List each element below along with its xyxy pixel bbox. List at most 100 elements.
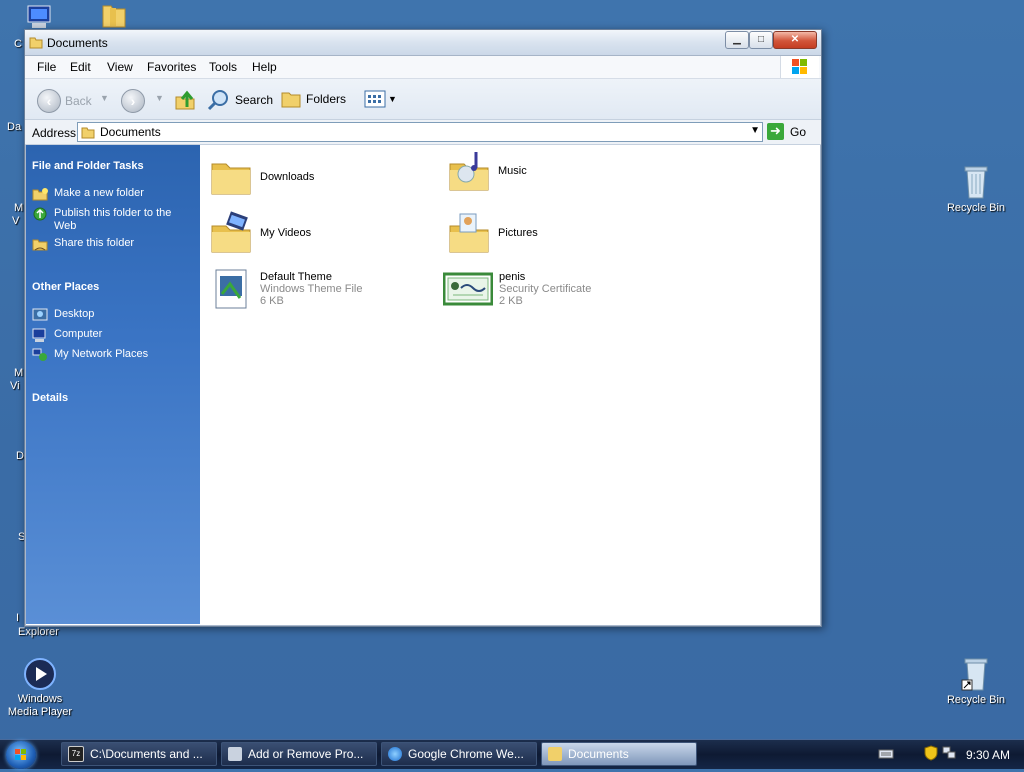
- clipped-icon-label: D: [16, 450, 24, 462]
- menu-bar: File Edit View Favorites Tools Help: [25, 56, 821, 79]
- windows-media-player-icon: [24, 658, 56, 690]
- close-icon: ✕: [790, 34, 800, 45]
- certificate-icon: [443, 272, 493, 306]
- folders-icon: [281, 92, 301, 108]
- go-arrow-icon: ➜: [767, 123, 784, 140]
- desktop-icon-computer[interactable]: [26, 4, 54, 30]
- task-make-new-folder[interactable]: Make a new folder: [32, 187, 196, 201]
- address-label: Address: [32, 126, 77, 140]
- address-input[interactable]: Documents ▼: [77, 122, 763, 142]
- minimize-button[interactable]: ▁: [725, 31, 749, 49]
- up-folder-icon: [175, 90, 195, 110]
- 7zip-icon: 7z: [68, 746, 84, 762]
- taskbar-clock[interactable]: 9:30 AM: [966, 748, 1010, 762]
- publish-web-icon: [33, 207, 47, 221]
- recycle-bin-icon: [964, 166, 988, 199]
- start-button[interactable]: [6, 741, 36, 769]
- desktop-icon-recycle-bin[interactable]: Recycle Bin: [936, 164, 1016, 215]
- desktop-icon-windows-media-player[interactable]: Windows Media Player: [0, 657, 80, 719]
- folder-icon: [81, 127, 95, 139]
- taskbar-item-documents[interactable]: Documents: [541, 742, 697, 766]
- file-item-security-certificate[interactable]: penis Security Certificate 2 KB: [443, 266, 591, 312]
- up-folder-button[interactable]: [174, 89, 196, 111]
- back-arrow-icon: ‹: [37, 89, 61, 113]
- windows-orb-icon: [15, 749, 26, 760]
- file-item-my-videos[interactable]: My Videos: [208, 210, 311, 256]
- security-shield-icon[interactable]: [924, 745, 938, 761]
- add-remove-programs-icon: [228, 747, 242, 761]
- menu-edit[interactable]: Edit: [70, 60, 91, 74]
- title-bar[interactable]: Documents ▁ □ ✕: [25, 30, 821, 56]
- search-label: Search: [235, 93, 274, 107]
- new-folder-icon: [32, 188, 48, 201]
- standard-toolbar: ‹ Back ▼ › ▼ Search Folders ▼: [25, 79, 821, 120]
- taskbar-item-7zip[interactable]: 7z C:\Documents and ...: [61, 742, 217, 766]
- menu-tools[interactable]: Tools: [209, 60, 237, 74]
- desktop-icon-label: Recycle Bin: [946, 694, 1006, 706]
- place-computer[interactable]: Computer: [32, 328, 196, 342]
- menu-view[interactable]: View: [107, 60, 133, 74]
- folders-label: Folders: [306, 92, 347, 106]
- clipped-icon-label: Da: [7, 121, 22, 133]
- clipped-icon-label: I: [16, 612, 20, 624]
- menu-help[interactable]: Help: [252, 60, 277, 74]
- back-label: Back: [65, 94, 92, 108]
- back-dropdown-icon[interactable]: ▼: [100, 93, 109, 103]
- network-places-icon: [32, 348, 47, 361]
- file-item-downloads[interactable]: Downloads: [208, 154, 314, 200]
- go-button[interactable]: ➜ Go: [767, 123, 806, 140]
- windows-flag-icon: [792, 59, 807, 74]
- videos-folder-icon: [211, 211, 251, 253]
- clipped-icon-label: M: [14, 202, 24, 214]
- search-icon: [207, 90, 228, 111]
- folder-icon: [29, 37, 43, 49]
- go-label: Go: [790, 124, 807, 139]
- file-item-default-theme[interactable]: Default Theme Windows Theme File 6 KB: [208, 266, 363, 312]
- minimize-icon: ▁: [733, 34, 741, 45]
- menu-file[interactable]: File: [37, 60, 56, 74]
- music-folder-icon: [449, 152, 489, 191]
- folder-shortcut-icon: [102, 5, 126, 28]
- maximize-icon: □: [757, 34, 765, 45]
- theme-file-icon: [215, 269, 247, 309]
- taskbar-item-chrome-web[interactable]: Google Chrome We...: [381, 742, 537, 766]
- folders-button[interactable]: Folders: [280, 89, 346, 109]
- desktop-icon-label: Windows: [17, 693, 63, 705]
- close-button[interactable]: ✕: [773, 31, 817, 49]
- file-item-music[interactable]: Music: [446, 148, 527, 194]
- back-button[interactable]: ‹ Back: [37, 89, 92, 113]
- pictures-folder-icon: [449, 213, 489, 253]
- task-share-folder[interactable]: Share this folder: [32, 237, 196, 251]
- file-item-pictures[interactable]: Pictures: [446, 210, 538, 256]
- file-folder-tasks-title[interactable]: File and Folder Tasks: [32, 160, 144, 172]
- views-dropdown-icon: ▼: [388, 94, 397, 104]
- recycle-bin-icon: [961, 658, 988, 691]
- windows-logo: [780, 56, 819, 78]
- address-dropdown-icon[interactable]: ▼: [750, 125, 760, 136]
- place-network[interactable]: My Network Places: [32, 348, 196, 362]
- network-tray-icon[interactable]: [942, 746, 956, 760]
- desktop-icon-explorer-label: Explorer: [18, 626, 59, 638]
- desktop-icon: [32, 308, 48, 321]
- folder-icon: [548, 747, 562, 761]
- desktop-icon-recycle-bin-shortcut[interactable]: Recycle Bin: [936, 656, 1016, 707]
- desktop-icon-label: Recycle Bin: [946, 202, 1006, 214]
- folder-icon: [211, 163, 251, 195]
- place-desktop[interactable]: Desktop: [32, 308, 196, 322]
- menu-favorites[interactable]: Favorites: [147, 60, 196, 74]
- desktop-icon-folder[interactable]: [100, 2, 128, 30]
- maximize-button[interactable]: □: [749, 31, 773, 49]
- forward-button[interactable]: ›: [121, 89, 145, 113]
- views-icon: [364, 90, 386, 108]
- keyboard-icon[interactable]: [878, 748, 894, 760]
- search-button[interactable]: Search: [207, 89, 273, 111]
- task-publish-folder-web[interactable]: Publish this folder to the Web: [32, 207, 196, 233]
- details-title[interactable]: Details: [32, 392, 68, 404]
- clipped-icon-label: M: [14, 367, 24, 379]
- file-list: Downloads Music My Videos Pictures Defau…: [201, 145, 819, 624]
- forward-dropdown-icon[interactable]: ▼: [155, 93, 164, 103]
- computer-icon: [32, 328, 46, 342]
- views-button[interactable]: ▼: [364, 89, 397, 109]
- other-places-title[interactable]: Other Places: [32, 281, 99, 293]
- taskbar-item-add-remove-programs[interactable]: Add or Remove Pro...: [221, 742, 377, 766]
